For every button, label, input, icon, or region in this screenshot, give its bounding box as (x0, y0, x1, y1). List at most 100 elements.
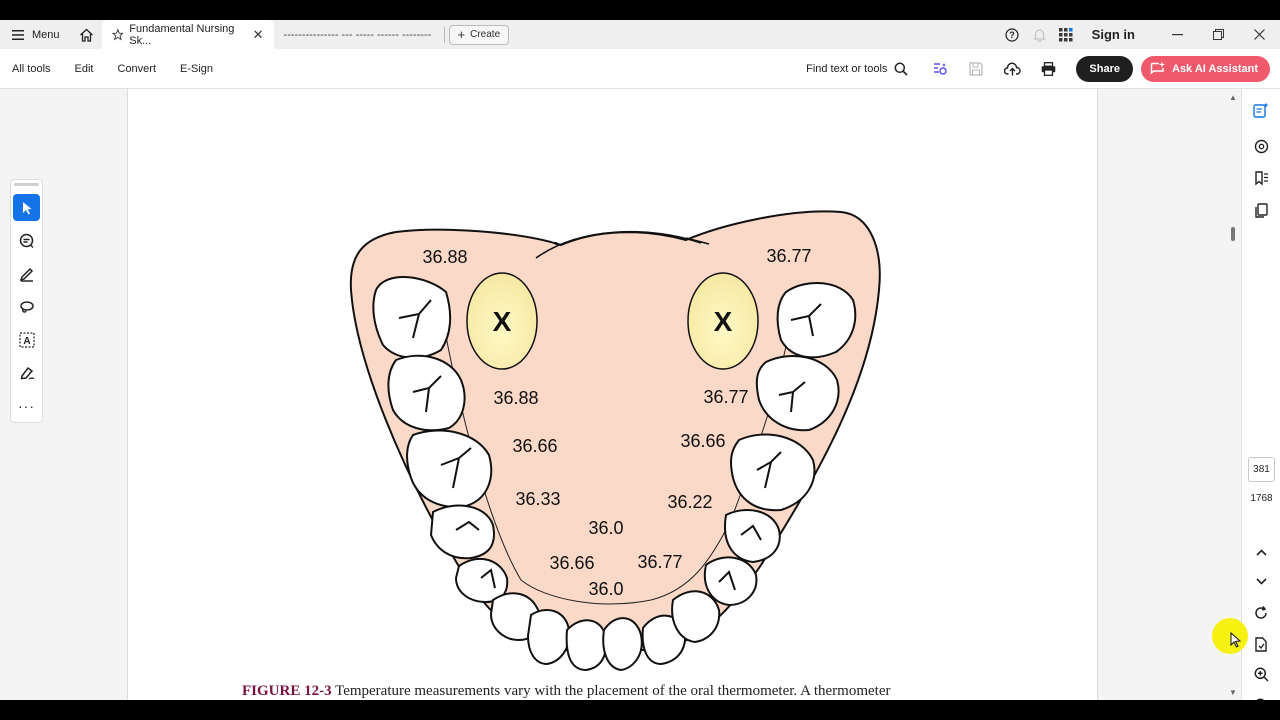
current-page-input[interactable]: 381 (1248, 457, 1275, 482)
minimize-button[interactable] (1157, 33, 1198, 36)
temperature-reading: 36.66 (549, 553, 594, 573)
pen-icon (19, 267, 33, 282)
notifications-button[interactable] (1026, 28, 1053, 42)
copy-pages-icon (1254, 202, 1268, 218)
tab-label: Fundamental Nursing Sk... (129, 22, 235, 47)
menu-convert[interactable]: Convert (106, 63, 169, 75)
mouse-cursor-highlight (1212, 618, 1248, 654)
close-tab-icon[interactable]: ✕ (253, 27, 264, 43)
temperature-reading: 36.22 (667, 492, 712, 512)
star-icon[interactable] (111, 28, 124, 41)
upload-cloud-button[interactable] (994, 49, 1030, 89)
placement-mark: X (714, 306, 733, 337)
chevron-up-icon (1255, 548, 1267, 556)
bookmarks-panel-button[interactable] (1250, 167, 1272, 189)
save-icon (969, 61, 984, 76)
find-tools-search[interactable]: Find text or tools (806, 62, 908, 76)
total-pages: 1768 (1250, 493, 1273, 504)
plus-icon: + (457, 27, 466, 42)
more-tools-button[interactable]: ··· (13, 392, 40, 419)
figure-caption: FIGURE 12-3 Temperature measurements var… (242, 683, 890, 700)
home-icon (80, 28, 93, 42)
hamburger-icon (12, 29, 24, 40)
vertical-scrollbar[interactable]: ▲ ▼ (1227, 89, 1240, 700)
previous-page-button[interactable] (1250, 541, 1272, 563)
comments-panel-button[interactable] (1250, 135, 1272, 157)
document-search-icon (1255, 636, 1267, 652)
ai-label: Ask AI Assistant (1172, 62, 1258, 75)
menu-e-sign[interactable]: E-Sign (168, 63, 225, 75)
tab-separator (443, 26, 445, 43)
sign-in-button[interactable]: Sign in (1092, 27, 1135, 42)
ai-assistant-icon (1150, 61, 1165, 75)
close-icon (1254, 29, 1265, 40)
scroll-thumb[interactable] (1231, 227, 1235, 241)
printer-icon (1041, 61, 1056, 76)
comment-icon (19, 233, 33, 248)
rotate-button[interactable] (1250, 602, 1272, 624)
temperature-reading: 36.33 (515, 489, 560, 509)
temperature-reading: 36.88 (493, 388, 538, 408)
zoom-out-icon (1255, 698, 1265, 700)
refresh-icon (1255, 606, 1267, 619)
temperature-reading: 36.77 (766, 246, 811, 266)
pdf-page[interactable]: X X 36.88 36.77 36.88 36.77 36.66 36.66 … (127, 89, 1098, 700)
temperature-reading: 36.88 (422, 247, 467, 267)
cloud-upload-icon (1003, 62, 1021, 75)
main-toolbar: All tools Edit Convert E-Sign Find text … (0, 49, 1280, 89)
menu-edit[interactable]: Edit (63, 63, 106, 75)
more-icon: ··· (18, 397, 35, 414)
highlight-tool-button[interactable] (13, 260, 40, 287)
zoom-in-icon (1254, 667, 1269, 682)
menu-label: Menu (32, 28, 60, 41)
ask-ai-assistant-button[interactable]: Ask AI Assistant (1141, 55, 1270, 82)
minimize-icon (1172, 33, 1183, 35)
document-viewer[interactable]: X X 36.88 36.77 36.88 36.77 36.66 36.66 … (0, 89, 1240, 700)
apps-button[interactable] (1053, 27, 1080, 42)
ai-summary-button[interactable] (1250, 99, 1272, 121)
ai-document-icon (934, 62, 948, 75)
scroll-down-arrow-icon[interactable]: ▼ (1229, 688, 1237, 697)
print-button[interactable] (1030, 49, 1066, 89)
tab-second-document[interactable]: --------------- --- ----- ------ -------… (274, 20, 444, 49)
zoom-in-button[interactable] (1250, 663, 1272, 685)
next-page-button[interactable] (1250, 570, 1272, 592)
comment-at-icon (1254, 139, 1268, 153)
text-tool-button[interactable]: A (13, 326, 40, 353)
draw-tool-button[interactable] (13, 293, 40, 320)
figure-label: FIGURE 12-3 (242, 683, 332, 699)
placement-mark: X (493, 306, 512, 337)
menu-all-tools[interactable]: All tools (0, 63, 63, 75)
temperature-reading: 36.66 (680, 431, 725, 451)
ai-summary-icon (1253, 102, 1269, 118)
comment-tool-button[interactable] (13, 227, 40, 254)
page-info-button[interactable] (1250, 633, 1272, 655)
scroll-up-arrow-icon[interactable]: ▲ (1229, 93, 1237, 102)
text-box-icon: A (18, 331, 35, 348)
ai-tools-button[interactable] (922, 49, 958, 89)
search-icon (894, 62, 908, 76)
rail-drag-handle[interactable] (14, 183, 39, 186)
restore-icon (1213, 29, 1224, 40)
signature-pen-icon (20, 366, 34, 379)
restore-button[interactable] (1198, 29, 1239, 40)
create-button[interactable]: + Create (448, 24, 510, 45)
close-window-button[interactable] (1239, 29, 1280, 40)
svg-text:?: ? (1009, 30, 1015, 40)
quick-tools-rail: A ··· (10, 179, 43, 423)
pages-panel-button[interactable] (1250, 199, 1272, 221)
oral-temperature-diagram: X X 36.88 36.77 36.88 36.77 36.66 36.66 … (349, 210, 881, 672)
sign-tool-button[interactable] (13, 359, 40, 386)
home-button[interactable] (72, 20, 102, 49)
tab-label: --------------- --- ----- ------ -------… (283, 28, 434, 41)
zoom-out-button[interactable] (1250, 694, 1272, 700)
help-button[interactable]: ? (999, 27, 1026, 42)
apps-grid-icon (1059, 27, 1073, 41)
temperature-reading: 36.77 (637, 552, 682, 572)
select-tool-button[interactable] (13, 194, 40, 221)
menu-button[interactable]: Menu (0, 20, 72, 49)
share-button[interactable]: Share (1076, 55, 1133, 82)
tab-fundamental-nursing[interactable]: Fundamental Nursing Sk... ✕ (101, 20, 274, 49)
bell-icon (1032, 28, 1046, 42)
save-button[interactable] (958, 49, 994, 89)
